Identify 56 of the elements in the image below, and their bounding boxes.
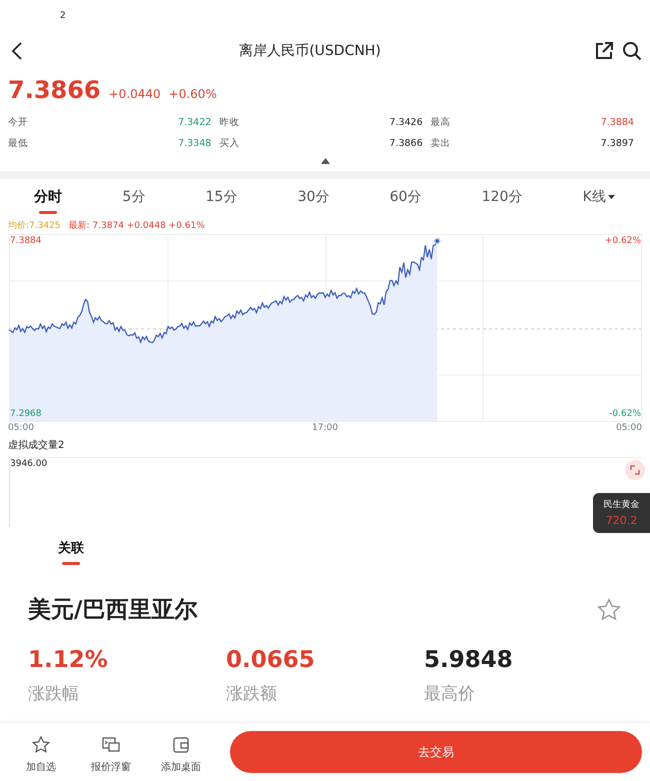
metric-value: 0.0665 [226,646,316,675]
average-price: 均价:7.3425 [8,220,61,233]
price-change: +0.0440 [108,86,161,103]
collapse-icon[interactable] [320,158,330,164]
stat-value: 7.3897 [600,137,634,151]
stat-label: 昨收 [219,116,240,130]
expand-icon[interactable] [625,460,645,480]
volume-max-label: 3946.00 [10,458,48,471]
stat-value: 7.3348 [178,137,212,151]
toolbar-action[interactable]: 添加桌面 [148,729,214,775]
metric-label: 涨跌幅 [28,686,80,702]
stat-label: 最高 [430,116,451,130]
percent-max-label: +0.62% [604,234,641,248]
stat-label: 卖出 [430,137,451,151]
timeframe-tab[interactable]: 5分 [116,183,152,218]
timeframe-tab[interactable]: 分时 [28,183,68,218]
timeframe-tab[interactable]: K线 [576,183,622,218]
instrument-name: 美元/巴西里亚尔 [28,596,198,624]
star-icon [31,735,51,755]
metric-value: 5.9848 [424,646,514,675]
timeframe-tab[interactable]: 60分 [384,183,428,218]
axis-max-label: 7.3884 [10,234,42,248]
stat-value: 7.3884 [600,116,634,130]
volume-title: 虚拟成交量2 [8,440,64,451]
percent-min-label: -0.62% [609,408,641,421]
timeframe-tab[interactable]: 30分 [292,183,336,218]
timeframe-tab[interactable]: 15分 [200,183,244,218]
wallet-icon [171,735,191,755]
axis-min-label: 7.2968 [10,408,42,421]
percent-change: +0.60% [168,86,217,103]
stat-label: 今开 [8,116,28,130]
latest-point [434,237,440,244]
metric-label: 最高价 [424,686,476,702]
metric-label: 涨跌额 [226,686,278,702]
notification-count: 2 [60,11,66,21]
stat-label: 最低 [8,137,28,151]
latest-price: 最新: 7.3874 +0.0448 +0.61% [68,220,205,233]
search-icon[interactable] [622,41,642,61]
section-tab[interactable]: 关联 [52,535,90,568]
time-axis-label: 05:00 [616,422,642,434]
stat-value: 7.3422 [178,116,212,130]
metric-value: 1.12% [28,646,109,675]
toolbar-action[interactable]: 加自选 [8,729,74,775]
time-axis-label: 17:00 [312,422,338,434]
favorite-star-icon[interactable] [596,596,622,623]
page-title: 离岸人民币(USDCNH) [239,42,381,60]
floating-quote-card[interactable]: 民生黄金 720.2 [593,493,650,533]
stat-value: 7.3866 [389,137,423,151]
stat-label: 买入 [219,137,240,151]
price: 7.3866 [8,75,101,106]
stat-value: 7.3426 [389,116,423,130]
time-axis-label: 05:00 [8,422,34,434]
trade-button[interactable]: 去交易 [230,731,642,773]
toolbar-action[interactable]: 报价浮窗 [78,729,144,775]
share-icon[interactable] [594,41,614,61]
timeframe-tab[interactable]: 120分 [476,183,528,218]
